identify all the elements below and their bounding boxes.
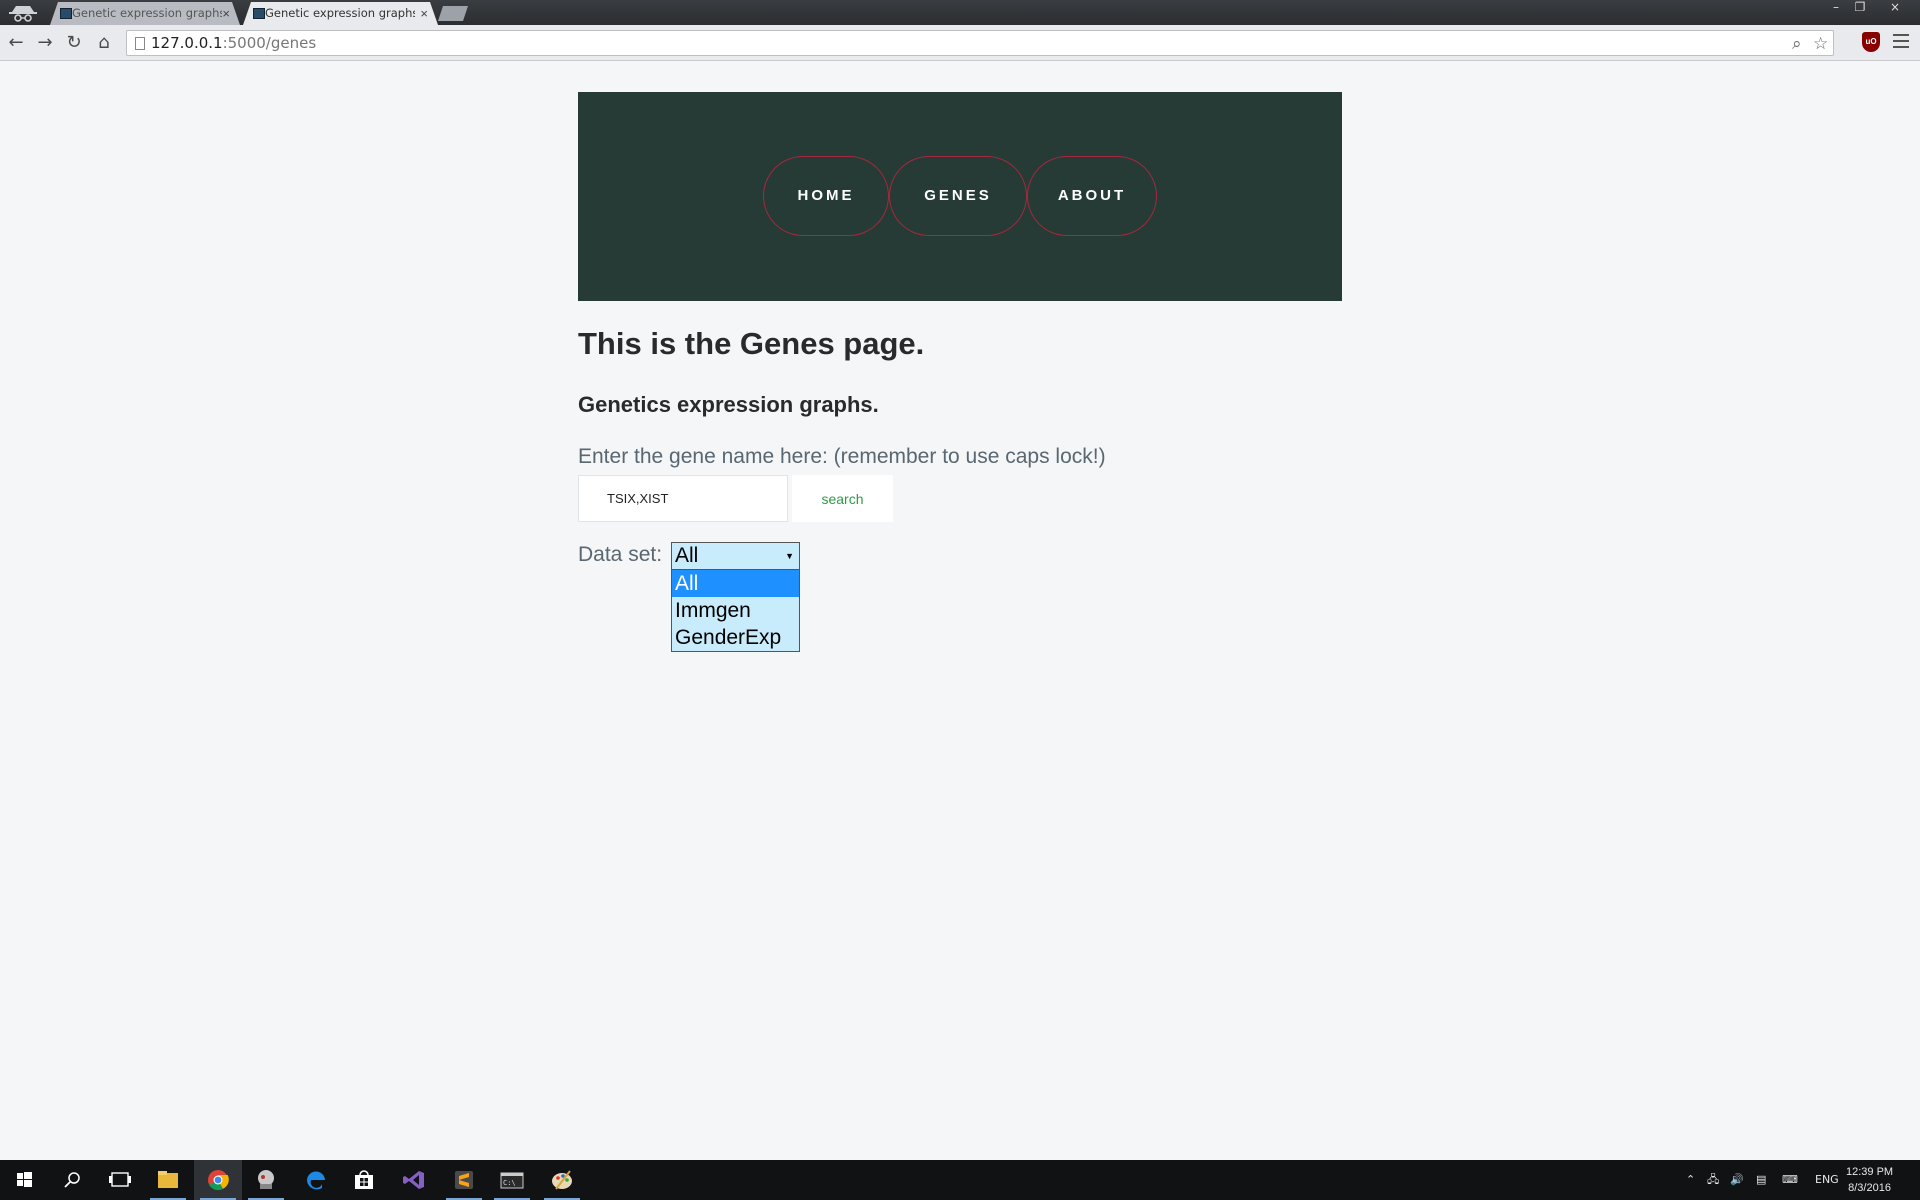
tab-title: Genetic expression graphs bbox=[72, 6, 222, 20]
page-content: HOME GENES ABOUT This is the Genes page.… bbox=[0, 62, 1920, 1160]
minimize-button[interactable]: – bbox=[1823, 0, 1849, 16]
dataset-option-genderexp[interactable]: GenderExp bbox=[672, 624, 799, 651]
edge-icon[interactable] bbox=[292, 1160, 340, 1200]
action-center-icon[interactable]: ▤ bbox=[1756, 1160, 1766, 1200]
system-clock[interactable]: 12:39 PM 8/3/2016 bbox=[1846, 1164, 1893, 1196]
zoom-icon[interactable]: ⌕ bbox=[1792, 34, 1802, 54]
windows-taskbar: C:\ ⌃ 🖧 🔊 ▤ ⌨ ENG 12:39 PM 8/3/2016 bbox=[0, 1160, 1920, 1200]
dataset-option-immgen[interactable]: Immgen bbox=[672, 597, 799, 624]
dataset-options-list: All Immgen GenderExp bbox=[671, 570, 800, 652]
gene-input-label: Enter the gene name here: (remember to u… bbox=[578, 445, 1106, 468]
dataset-select[interactable]: All ▼ bbox=[671, 542, 800, 570]
page-subtitle: Genetics expression graphs. bbox=[578, 392, 879, 417]
tab-title: Genetic expression graphs bbox=[265, 6, 415, 20]
address-bar[interactable]: 127.0.0.1:5000/genes ⌕ ☆ bbox=[126, 30, 1834, 56]
tab-close-icon[interactable]: × bbox=[222, 2, 230, 25]
terminal-favicon-icon bbox=[60, 8, 72, 19]
bookmark-star-icon[interactable]: ☆ bbox=[1813, 34, 1828, 54]
svg-text:C:\: C:\ bbox=[503, 1179, 516, 1187]
nav-about-link[interactable]: ABOUT bbox=[1027, 156, 1157, 236]
url-text[interactable]: 127.0.0.1:5000/genes bbox=[151, 31, 316, 55]
browser-tab-2[interactable]: Genetic expression graphs × bbox=[243, 2, 438, 25]
nav-home-link[interactable]: HOME bbox=[763, 156, 889, 236]
sublime-icon[interactable] bbox=[440, 1160, 488, 1200]
dataset-label: Data set: bbox=[578, 543, 663, 566]
keyboard-icon[interactable]: ⌨ bbox=[1782, 1160, 1798, 1200]
chrome-icon[interactable] bbox=[194, 1160, 242, 1200]
paint-icon[interactable] bbox=[538, 1160, 586, 1200]
new-tab-button[interactable] bbox=[438, 6, 468, 21]
back-arrow-icon[interactable]: ← bbox=[4, 31, 28, 55]
language-indicator[interactable]: ENG bbox=[1815, 1160, 1839, 1200]
search-button[interactable]: search bbox=[792, 475, 893, 522]
forward-arrow-icon[interactable]: → bbox=[33, 31, 57, 55]
incognito-icon bbox=[9, 6, 37, 22]
terminal-icon[interactable]: C:\ bbox=[488, 1160, 536, 1200]
page-title: This is the Genes page. bbox=[578, 326, 925, 361]
nav-genes-link[interactable]: GENES bbox=[889, 156, 1027, 236]
volume-icon[interactable]: 🔊 bbox=[1730, 1160, 1744, 1200]
network-icon[interactable]: 🖧 bbox=[1707, 1160, 1719, 1200]
dataset-selected-value: All bbox=[675, 544, 699, 567]
task-view-icon[interactable] bbox=[96, 1160, 144, 1200]
menu-icon[interactable] bbox=[1893, 34, 1909, 48]
windows-start-icon[interactable] bbox=[0, 1160, 48, 1200]
reload-icon[interactable]: ↻ bbox=[62, 31, 86, 55]
dropdown-caret-icon: ▼ bbox=[785, 551, 794, 561]
gene-name-input[interactable] bbox=[578, 475, 788, 522]
page-icon bbox=[135, 37, 145, 50]
browser-toolbar: ← → ↻ ⌂ 127.0.0.1:5000/genes ⌕ ☆ uO bbox=[0, 25, 1920, 61]
home-icon[interactable]: ⌂ bbox=[92, 31, 116, 55]
search-icon[interactable] bbox=[48, 1160, 96, 1200]
browser-tabstrip: Genetic expression graphs × Genetic expr… bbox=[0, 0, 1920, 25]
url-path: :5000/genes bbox=[222, 34, 317, 52]
clock-time: 12:39 PM bbox=[1846, 1166, 1894, 1178]
tray-overflow-icon[interactable]: ⌃ bbox=[1686, 1160, 1695, 1200]
app-icon[interactable] bbox=[242, 1160, 290, 1200]
url-host: 127.0.0.1 bbox=[151, 34, 223, 52]
restore-button[interactable]: ❐ bbox=[1847, 0, 1873, 16]
ublock-extension-icon[interactable]: uO bbox=[1862, 32, 1880, 52]
site-header-banner: HOME GENES ABOUT bbox=[578, 92, 1342, 301]
tab-close-icon[interactable]: × bbox=[420, 2, 428, 25]
close-window-button[interactable]: × bbox=[1882, 0, 1908, 16]
browser-tab-1[interactable]: Genetic expression graphs × bbox=[50, 2, 240, 25]
store-icon[interactable] bbox=[340, 1160, 388, 1200]
clock-date: 8/3/2016 bbox=[1848, 1182, 1891, 1194]
visual-studio-icon[interactable] bbox=[390, 1160, 438, 1200]
terminal-favicon-icon bbox=[253, 8, 265, 19]
dataset-option-all[interactable]: All bbox=[672, 570, 799, 597]
file-explorer-icon[interactable] bbox=[144, 1160, 192, 1200]
